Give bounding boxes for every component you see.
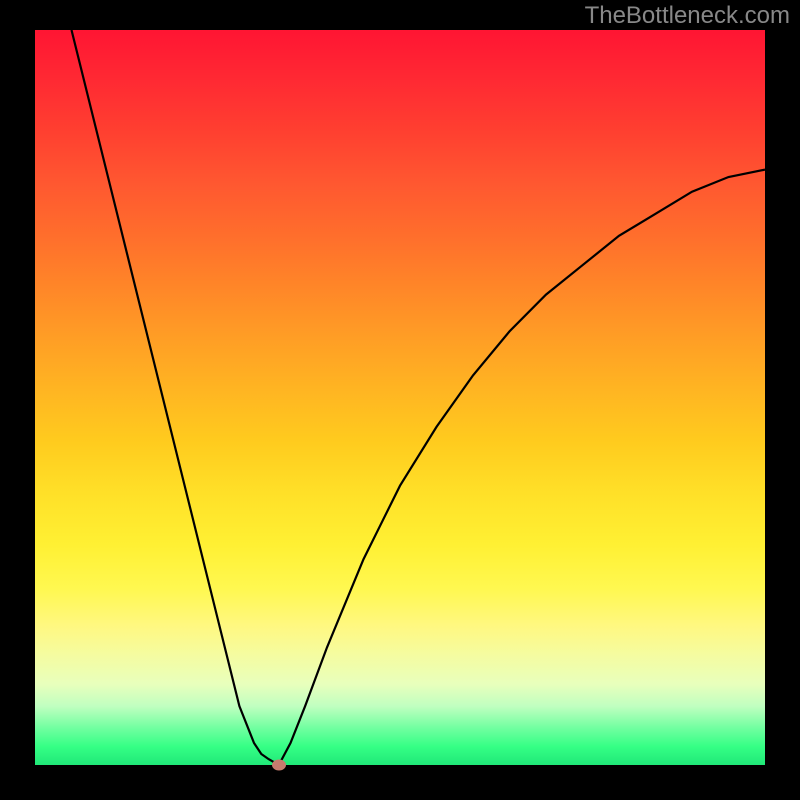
chart-container: TheBottleneck.com: [0, 0, 800, 800]
bottleneck-curve: [72, 30, 766, 765]
optimal-point-marker: [272, 760, 286, 771]
watermark-text: TheBottleneck.com: [585, 2, 790, 30]
curve-svg: [35, 30, 765, 765]
plot-area: [35, 30, 765, 765]
